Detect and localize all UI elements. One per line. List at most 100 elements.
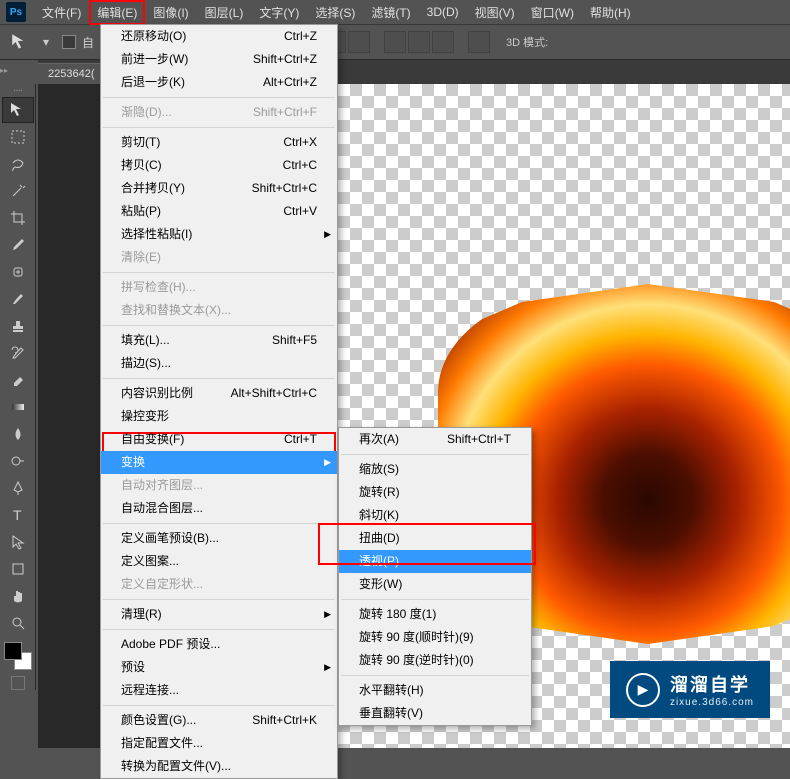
menu-view[interactable]: 视图(V) [467,0,523,25]
menu-separator [103,599,335,600]
menu-item[interactable]: 拷贝(C) Ctrl+C [101,154,337,177]
submenu-item[interactable]: 水平翻转(H) [339,679,531,702]
dist-btn[interactable] [408,31,430,53]
menu-item[interactable]: 自由变换(F)Ctrl+T [101,428,337,451]
blur-tool[interactable] [2,421,34,447]
marquee-tool[interactable] [2,124,34,150]
type-tool[interactable]: T [2,502,34,528]
menu-select[interactable]: 选择(S) [307,0,363,25]
menu-item[interactable]: 自动混合图层... [101,497,337,520]
menu-item[interactable]: 预设▶ [101,656,337,679]
menu-item[interactable]: 后退一步(K)Alt+Ctrl+Z [101,71,337,94]
dist-btn[interactable] [348,31,370,53]
submenu-item[interactable]: 缩放(S) [339,458,531,481]
brush-tool[interactable] [2,286,34,312]
submenu-item-label: 旋转 90 度(顺时针)(9) [359,629,474,646]
eraser-tool[interactable] [2,367,34,393]
gradient-tool[interactable] [2,394,34,420]
menu-item-label: 定义图案... [121,553,179,570]
menu-item[interactable]: 还原移动(O)Ctrl+Z [101,25,337,48]
submenu-item[interactable]: 旋转(R) [339,481,531,504]
stamp-tool[interactable] [2,313,34,339]
menu-item[interactable]: 描边(S)... [101,352,337,375]
menu-help[interactable]: 帮助(H) [582,0,639,25]
submenu-item[interactable]: 再次(A)Shift+Ctrl+T [339,428,531,451]
eyedropper-tool[interactable] [2,232,34,258]
color-swatch[interactable] [4,642,32,670]
submenu-item[interactable]: 旋转 180 度(1) [339,603,531,626]
dist-btn[interactable] [384,31,406,53]
menu-item-label: 粘贴(P) [121,203,161,220]
menu-item[interactable]: 变换▶ [101,451,337,474]
zoom-tool[interactable] [2,610,34,636]
menu-item[interactable]: 转换为配置文件(V)... [101,755,337,778]
menu-3d[interactable]: 3D(D) [419,1,467,23]
submenu-item[interactable]: 透视(P) [339,550,531,573]
menu-layer[interactable]: 图层(L) [197,0,252,25]
submenu-item-label: 缩放(S) [359,461,399,478]
menu-item[interactable]: 内容识别比例Alt+Shift+Ctrl+C [101,382,337,405]
foreground-color[interactable] [4,642,22,660]
history-brush-tool[interactable] [2,340,34,366]
menu-filter[interactable]: 滤镜(T) [363,0,418,25]
auto-select-checkbox[interactable] [62,35,76,49]
menu-separator [341,675,529,676]
auto-align-btn[interactable] [468,31,490,53]
submenu-item[interactable]: 变形(W) [339,573,531,596]
healing-tool[interactable] [2,259,34,285]
menu-item[interactable]: Adobe PDF 预设... [101,633,337,656]
menu-item[interactable]: 填充(L)...Shift+F5 [101,329,337,352]
menu-item-label: 拷贝(C) [121,157,162,174]
pen-tool[interactable] [2,475,34,501]
document-tab[interactable]: 2253642( [38,63,105,84]
menu-item[interactable]: 颜色设置(G)...Shift+Ctrl+K [101,709,337,732]
menu-item[interactable]: 操控变形 [101,405,337,428]
menu-shortcut: Alt+Ctrl+Z [263,74,317,91]
menu-window[interactable]: 窗口(W) [523,0,582,25]
menu-item: 定义自定形状... [101,573,337,596]
menu-image[interactable]: 图像(I) [145,0,196,25]
submenu-item[interactable]: 旋转 90 度(顺时针)(9) [339,626,531,649]
quickmask-standard[interactable] [11,676,25,690]
menu-item[interactable]: 远程连接... [101,679,337,702]
menu-file[interactable]: 文件(F) [34,0,89,25]
menu-item[interactable]: 粘贴(P)Ctrl+V [101,200,337,223]
menu-item-label: 描边(S)... [121,355,171,372]
menu-item: 拼写检查(H)... [101,276,337,299]
menu-item-label: 定义自定形状... [121,576,203,593]
submenu-item-label: 旋转 90 度(逆时针)(0) [359,652,474,669]
dodge-tool[interactable] [2,448,34,474]
menu-item[interactable]: 定义图案... [101,550,337,573]
menu-separator [103,325,335,326]
panel-collapse-grip[interactable] [0,60,10,70]
hand-tool[interactable] [2,583,34,609]
menu-item: 查找和替换文本(X)... [101,299,337,322]
menu-item[interactable]: 前进一步(W)Shift+Ctrl+Z [101,48,337,71]
submenu-item-label: 再次(A) [359,431,399,448]
submenu-item[interactable]: 垂直翻转(V) [339,702,531,725]
panel-grip[interactable] [0,84,35,96]
menu-item-label: 合并拷贝(Y) [121,180,185,197]
submenu-item[interactable]: 斜切(K) [339,504,531,527]
crop-tool[interactable] [2,205,34,231]
menu-type[interactable]: 文字(Y) [251,0,307,25]
menu-shortcut: Ctrl+C [283,157,317,174]
menu-item[interactable]: 定义画笔预设(B)... [101,527,337,550]
menu-item[interactable]: 选择性粘贴(I)▶ [101,223,337,246]
menu-item[interactable]: 指定配置文件... [101,732,337,755]
wand-tool[interactable] [2,178,34,204]
move-tool[interactable] [2,97,34,123]
path-select-tool[interactable] [2,529,34,555]
submenu-item[interactable]: 旋转 90 度(逆时针)(0) [339,649,531,672]
shape-tool[interactable] [2,556,34,582]
menu-item-label: 转换为配置文件(V)... [121,758,231,775]
menu-item[interactable]: 合并拷贝(Y)Shift+Ctrl+C [101,177,337,200]
menu-item[interactable]: 剪切(T)Ctrl+X [101,131,337,154]
dist-btn[interactable] [432,31,454,53]
submenu-item[interactable]: 扭曲(D) [339,527,531,550]
menu-shortcut: Ctrl+X [283,134,317,151]
menu-item[interactable]: 清理(R)▶ [101,603,337,626]
dropdown-icon[interactable]: ▾ [36,32,56,52]
lasso-tool[interactable] [2,151,34,177]
menu-edit[interactable]: 编辑(E) [89,0,145,25]
